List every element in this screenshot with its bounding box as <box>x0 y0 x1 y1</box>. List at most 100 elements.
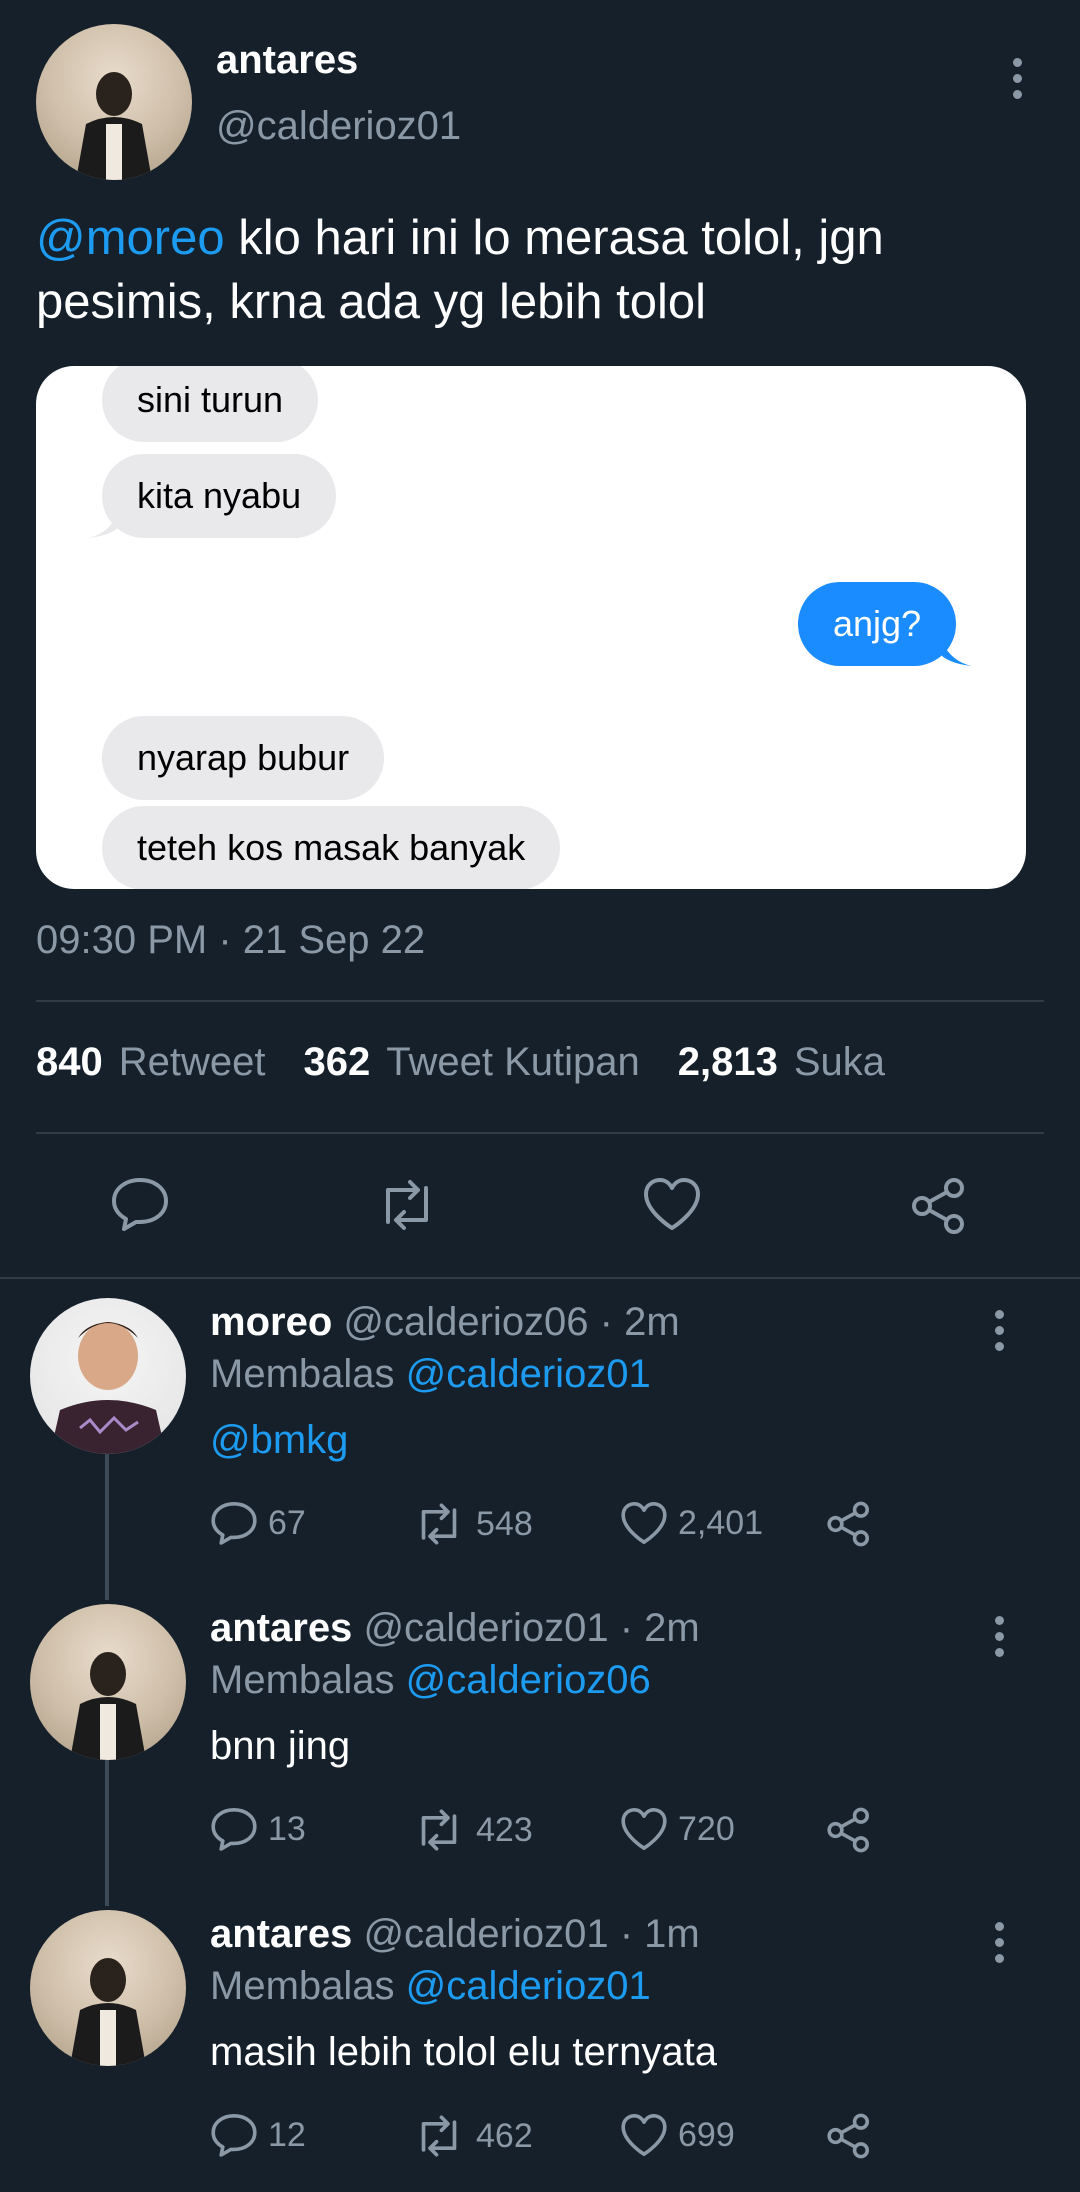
reply-author-name[interactable]: moreo <box>210 1300 332 1344</box>
reply-comment-button[interactable]: 67 <box>210 1500 306 1546</box>
reply-retweet-button[interactable]: 462 <box>412 2114 533 2158</box>
reply-time: · 2m <box>588 1300 680 1344</box>
reply-share-button[interactable] <box>826 2112 872 2160</box>
replying-label: Membalas <box>210 1658 406 1702</box>
reply-time: · 1m <box>608 1912 700 1956</box>
reply-like-button[interactable]: 2,401 <box>620 1500 763 1546</box>
like-button[interactable] <box>642 1176 702 1237</box>
retweet-count: 548 <box>476 1504 533 1543</box>
like-count[interactable]: 2,813 <box>678 1040 778 1085</box>
reply-text: bnn jing <box>210 1724 351 1768</box>
reply-retweet-button[interactable]: 548 <box>412 1502 533 1546</box>
reply-retweet-button[interactable]: 423 <box>412 1808 533 1852</box>
like-count: 699 <box>678 2115 735 2154</box>
tweet-media-chat-screenshot[interactable]: sini turun kita nyabu anjg? nyarap bubur… <box>36 366 1026 889</box>
replying-to: Membalas @calderioz01 <box>210 1964 651 2009</box>
replying-label: Membalas <box>210 1352 406 1396</box>
reply-header: antares @calderioz01 · 1m <box>210 1912 700 1957</box>
section-divider <box>0 1277 1080 1279</box>
quote-count[interactable]: 362 <box>304 1040 371 1085</box>
reply-comment-button[interactable]: 12 <box>210 2112 306 2158</box>
chat-bubble-incoming: kita nyabu <box>102 454 337 538</box>
author-handle[interactable]: @calderioz01 <box>216 104 461 149</box>
reply-share-button[interactable] <box>826 1500 872 1548</box>
reply-text[interactable]: @bmkg <box>210 1418 348 1463</box>
replying-label: Membalas <box>210 1964 406 2008</box>
comment-count: 12 <box>268 2115 306 2154</box>
speech-bubble-icon <box>211 2113 257 2157</box>
quote-label[interactable]: Tweet Kutipan <box>386 1040 640 1085</box>
mention-link[interactable]: @moreo <box>36 211 225 265</box>
comment-count: 67 <box>268 1503 306 1542</box>
retweet-arrows-icon <box>421 2115 457 2157</box>
replying-to-link[interactable]: @calderioz06 <box>406 1658 651 1702</box>
heart-outline-icon <box>621 1502 667 1544</box>
more-options-icon[interactable] <box>993 1310 1005 1351</box>
reply-author-handle[interactable]: @calderioz06 <box>343 1300 588 1344</box>
reply-author-name[interactable]: antares <box>210 1606 352 1650</box>
share-nodes-icon <box>912 1178 964 1234</box>
thread-connector <box>105 1454 109 1600</box>
like-label[interactable]: Suka <box>794 1040 885 1085</box>
retweet-arrows-icon <box>386 1180 428 1230</box>
author-avatar[interactable] <box>36 24 192 180</box>
tweet-text: @moreo klo hari ini lo merasa tolol, jgn… <box>36 206 884 334</box>
reply-author-handle[interactable]: @calderioz01 <box>363 1912 608 1956</box>
like-count: 720 <box>678 1809 735 1848</box>
heart-outline-icon <box>644 1178 700 1230</box>
more-options-icon[interactable] <box>1011 58 1023 99</box>
replying-to-link[interactable]: @calderioz01 <box>406 1964 651 2008</box>
retweet-label[interactable]: Retweet <box>119 1040 266 1085</box>
reply-comment-button[interactable]: 13 <box>210 1806 306 1852</box>
retweet-button[interactable] <box>374 1178 440 1237</box>
reply-header: moreo @calderioz06 · 2m <box>210 1300 680 1345</box>
reply-like-button[interactable]: 699 <box>620 2112 735 2158</box>
comment-count: 13 <box>268 1809 306 1848</box>
chat-bubble-incoming: teteh kos masak banyak <box>102 806 561 889</box>
reply-avatar[interactable] <box>30 1298 186 1454</box>
thread-connector <box>105 1760 109 1906</box>
reply-share-button[interactable] <box>826 1806 872 1854</box>
retweet-count[interactable]: 840 <box>36 1040 103 1085</box>
share-nodes-icon <box>827 1501 870 1547</box>
reply-header: antares @calderioz01 · 2m <box>210 1606 700 1651</box>
reply-author-handle[interactable]: @calderioz01 <box>363 1606 608 1650</box>
reply-like-button[interactable]: 720 <box>620 1806 735 1852</box>
share-nodes-icon <box>827 1807 870 1853</box>
more-options-icon[interactable] <box>993 1922 1005 1963</box>
divider <box>36 1132 1044 1134</box>
heart-outline-icon <box>621 2113 667 2156</box>
share-nodes-icon <box>827 2113 870 2159</box>
tweet-text-line1: klo hari ini lo merasa tolol, jgn <box>224 211 884 265</box>
chat-bubble-incoming: sini turun <box>102 366 319 442</box>
retweet-arrows-icon <box>421 1809 457 1851</box>
heart-outline-icon <box>621 1808 667 1850</box>
bubble-tail <box>88 514 118 538</box>
speech-bubble-icon <box>211 1808 257 1851</box>
divider <box>36 1000 1044 1002</box>
retweet-count: 462 <box>476 2116 533 2155</box>
reply-avatar[interactable] <box>30 1604 186 1760</box>
chat-bubble-incoming: nyarap bubur <box>102 716 385 800</box>
reply-author-name[interactable]: antares <box>210 1912 352 1956</box>
replying-to-link[interactable]: @calderioz01 <box>406 1352 651 1396</box>
replying-to: Membalas @calderioz01 <box>210 1352 651 1397</box>
reply-avatar[interactable] <box>30 1910 186 2066</box>
retweet-arrows-icon <box>421 1503 457 1545</box>
share-button[interactable] <box>910 1176 968 1241</box>
reply-time: · 2m <box>608 1606 700 1650</box>
speech-bubble-icon <box>211 1502 257 1545</box>
speech-bubble-icon <box>112 1178 168 1231</box>
replying-to: Membalas @calderioz06 <box>210 1658 651 1703</box>
bubble-tail <box>942 642 972 666</box>
reply-text: masih lebih tolol elu ternyata <box>210 2030 717 2074</box>
tweet-stats: 840 Retweet 362 Tweet Kutipan 2,813 Suka <box>36 1040 923 1085</box>
retweet-count: 423 <box>476 1810 533 1849</box>
more-options-icon[interactable] <box>993 1616 1005 1657</box>
author-name[interactable]: antares <box>216 38 358 83</box>
chat-bubble-outgoing: anjg? <box>798 582 957 666</box>
tweet-text-line2: pesimis, krna ada yg lebih tolol <box>36 275 707 329</box>
reply-button[interactable] <box>110 1176 170 1237</box>
tweet-timestamp[interactable]: 09:30 PM · 21 Sep 22 <box>36 918 425 963</box>
like-count: 2,401 <box>678 1503 764 1542</box>
